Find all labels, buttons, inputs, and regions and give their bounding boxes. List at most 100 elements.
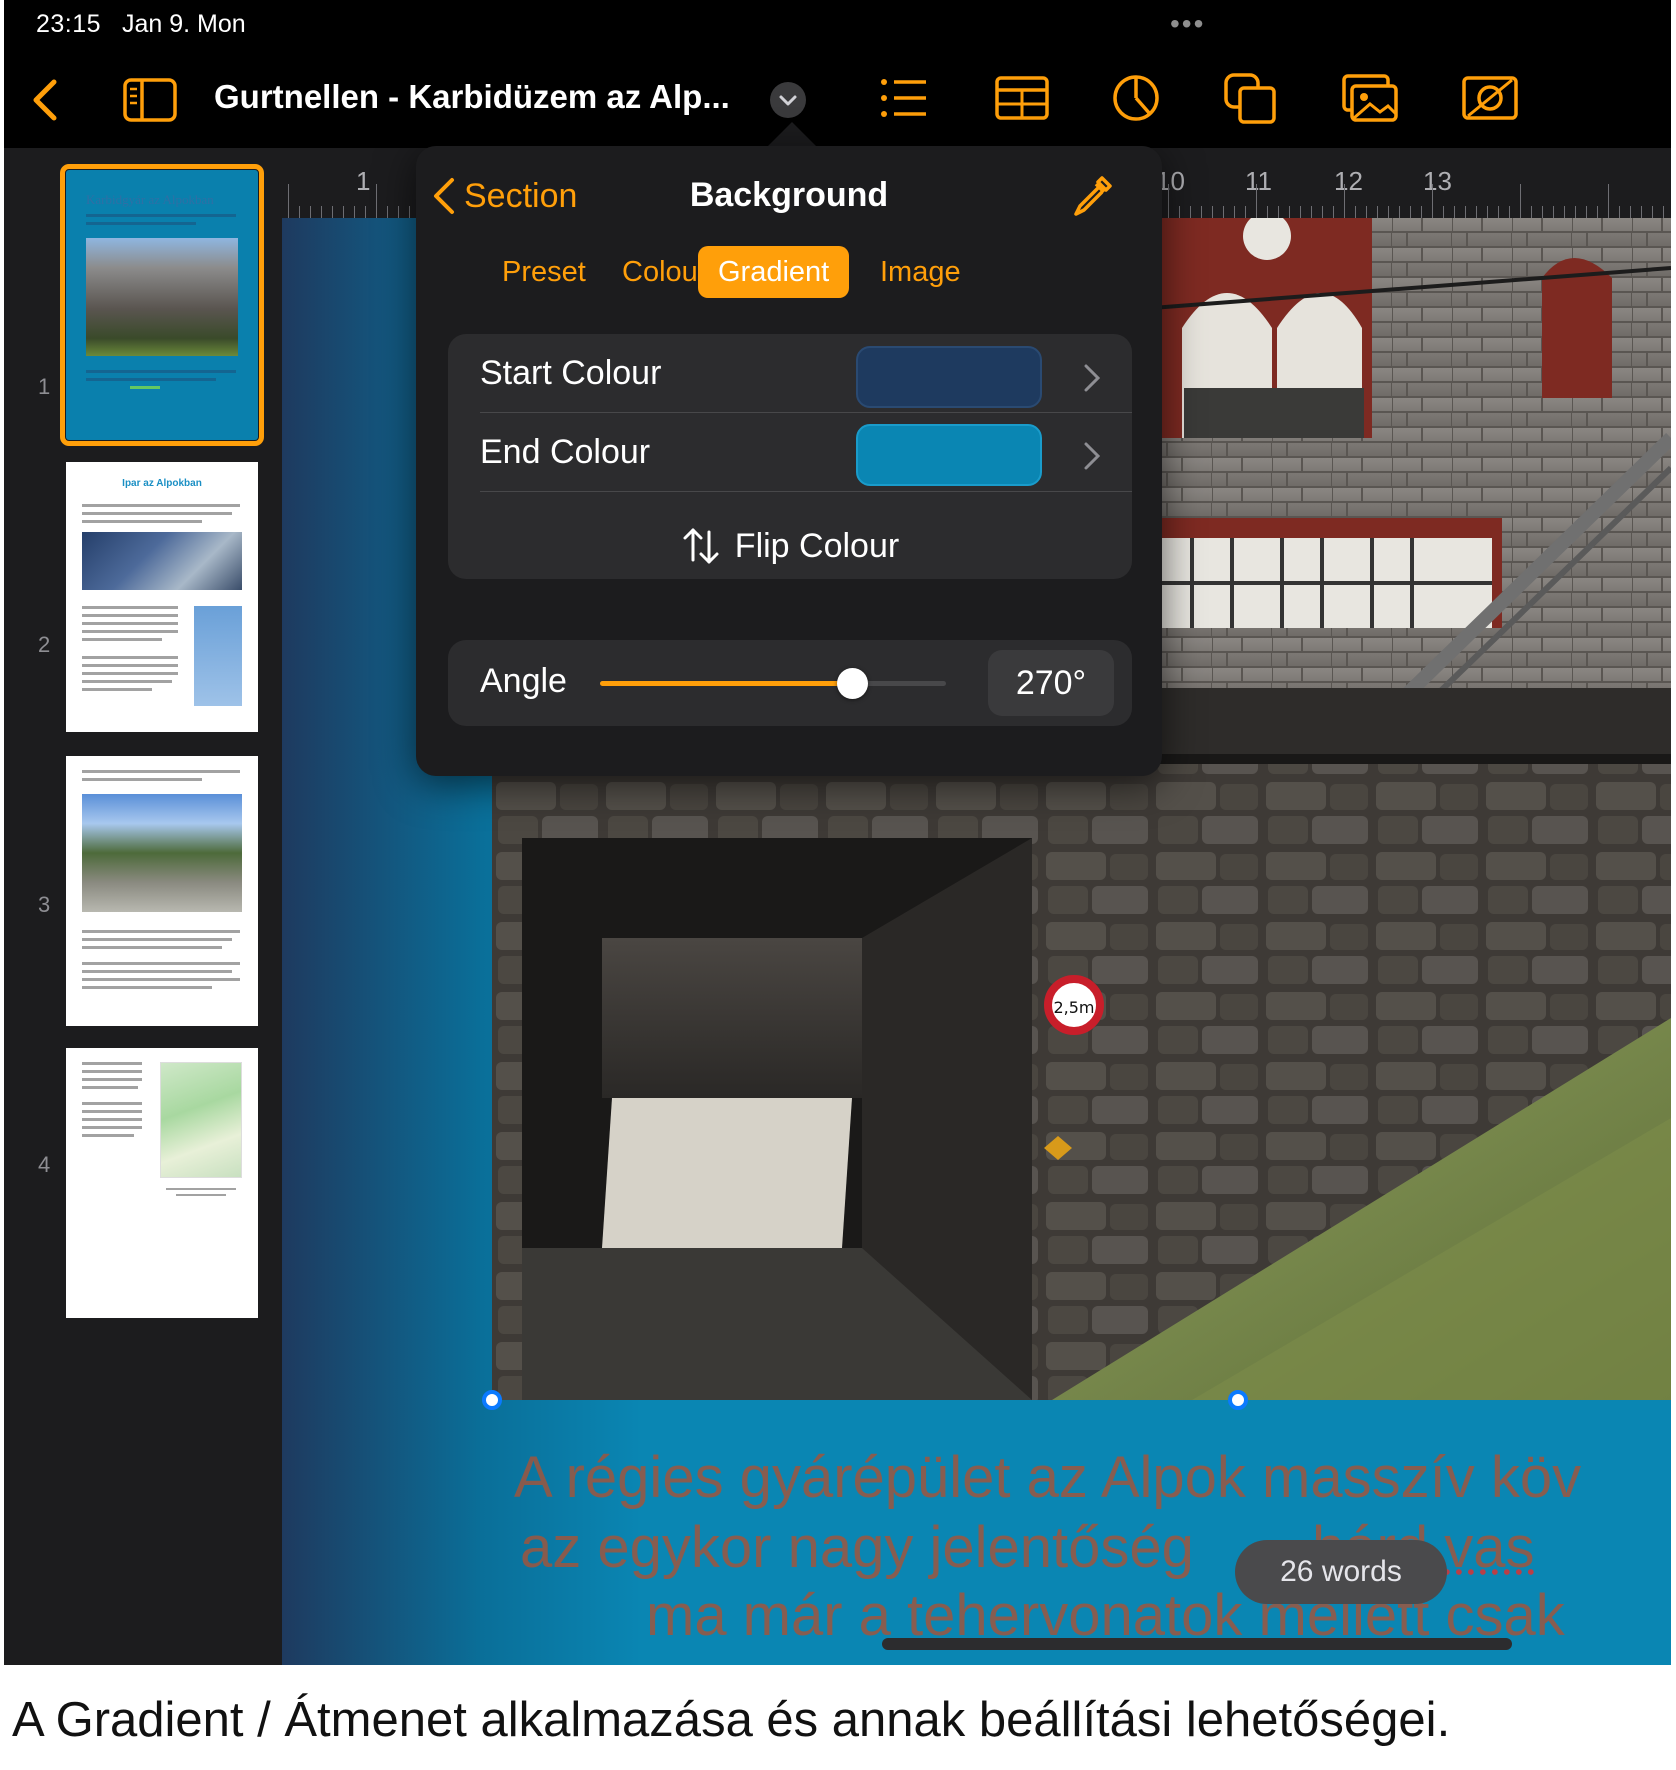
thumbnail-photo: [82, 532, 242, 590]
selection-handle-center[interactable]: [1228, 1390, 1248, 1410]
sidebar-toggle-icon[interactable]: [122, 76, 178, 124]
ruler-tick: [1355, 206, 1356, 218]
ruler-tick: [1377, 206, 1378, 218]
svg-text:2,5m: 2,5m: [1053, 998, 1094, 1017]
selection-handle-left[interactable]: [482, 1390, 502, 1410]
ruler-tick: [409, 206, 410, 218]
page-thumbnail-4[interactable]: [66, 1048, 258, 1318]
ruler-tick: [1179, 206, 1180, 218]
ruler-tick: [398, 206, 399, 218]
status-time: 23:15: [36, 10, 102, 38]
end-colour-label: End Colour: [480, 433, 651, 471]
ruler-tick: [1553, 206, 1554, 218]
format-list-icon[interactable]: [874, 70, 934, 126]
chevron-right-icon[interactable]: [1080, 438, 1104, 474]
insert-chart-icon[interactable]: [1106, 70, 1166, 126]
ruler-label: 13: [1423, 166, 1452, 196]
back-chevron-icon[interactable]: [24, 72, 64, 128]
ruler-tick: [1597, 206, 1598, 218]
thumbnail-photo: [194, 606, 242, 706]
start-colour-swatch[interactable]: [856, 346, 1042, 408]
ruler-tick: [1531, 206, 1532, 218]
row-divider: [480, 412, 1132, 413]
ruler-tick: [332, 206, 333, 218]
page-thumbnail-1[interactable]: Karbidgyár az Alpokban: [60, 164, 264, 446]
ruler-tick: [1619, 206, 1620, 218]
ruler-tick: [1586, 206, 1587, 218]
ruler-label: 1: [356, 166, 371, 196]
angle-label: Angle: [480, 662, 567, 700]
angle-value-field[interactable]: 270°: [988, 650, 1114, 716]
ruler-tick: [1344, 184, 1345, 218]
ruler-tick: [1410, 206, 1411, 218]
ruler-tick: [376, 184, 377, 218]
home-indicator[interactable]: [882, 1638, 1512, 1650]
eyedropper-icon[interactable]: [1068, 172, 1116, 220]
word-count-badge[interactable]: 26 words: [1235, 1540, 1447, 1604]
status-date: Jan 9. Mon: [122, 10, 246, 38]
insert-shape-icon[interactable]: [1220, 70, 1280, 126]
ruler-tick: [1311, 206, 1312, 218]
ruler-tick: [1223, 206, 1224, 218]
ruler-tick: [1454, 206, 1455, 218]
ruler-tick: [299, 206, 300, 218]
figure-caption: A Gradient / Átmenet alkalmazása és anna…: [12, 1693, 1451, 1747]
tab-gradient[interactable]: Gradient: [698, 246, 850, 298]
background-popover: Section Background Preset Colour Gradien…: [416, 146, 1162, 776]
angle-group: Angle 270°: [448, 640, 1132, 726]
page-number: 1: [38, 374, 51, 399]
ruler-tick: [1630, 206, 1631, 218]
thumbnail-map: [160, 1062, 242, 1178]
ruler-label: 12: [1334, 166, 1363, 196]
end-colour-swatch[interactable]: [856, 424, 1042, 486]
chevron-down-icon: [779, 95, 797, 106]
caption-line-2[interactable]: az egykor nagy jelentőség: [520, 1514, 1194, 1581]
ruler-tick: [288, 184, 289, 218]
row-divider: [480, 491, 1132, 492]
ruler-tick: [1564, 206, 1565, 218]
ruler-tick: [1476, 206, 1477, 218]
ruler-tick: [1498, 206, 1499, 218]
thumbnail-heading: Karbidgyár az Alpokban: [86, 192, 214, 207]
angle-slider-thumb[interactable]: [837, 668, 869, 699]
ruler-tick: [1641, 206, 1642, 218]
ruler-tick: [1465, 206, 1466, 218]
title-menu-button[interactable]: [770, 82, 806, 118]
multitasking-dots-icon[interactable]: •••: [1170, 8, 1205, 40]
gradient-colours-group: Start Colour End Colour Flip Colour: [448, 334, 1132, 579]
ruler-tick: [343, 206, 344, 218]
ruler-tick: [1168, 184, 1169, 218]
popover-arrow: [766, 122, 818, 148]
insert-table-icon[interactable]: [992, 70, 1052, 126]
tab-image[interactable]: Image: [860, 246, 981, 298]
ruler-tick: [1432, 184, 1433, 218]
ruler-tick: [365, 206, 366, 218]
ruler-tick: [1234, 206, 1235, 218]
angle-slider[interactable]: [600, 668, 946, 699]
ruler-tick: [1509, 206, 1510, 218]
flip-colour-button[interactable]: Flip Colour: [448, 516, 1132, 576]
ruler-tick: [1575, 206, 1576, 218]
ruler-tick: [1322, 206, 1323, 218]
ruler-tick: [1212, 206, 1213, 218]
thumbnail-photo: [86, 238, 238, 356]
ruler-tick: [1421, 206, 1422, 218]
angle-slider-fill: [600, 681, 853, 686]
page-number: 3: [38, 892, 51, 917]
ruler-tick: [1300, 206, 1301, 218]
caption-line-1[interactable]: A régies gyárépület az Alpok masszív köv: [514, 1444, 1581, 1511]
flip-colour-label: Flip Colour: [734, 526, 900, 565]
ruler-tick: [1663, 206, 1664, 218]
chevron-right-icon[interactable]: [1080, 360, 1104, 396]
thumbnail-photo: [82, 794, 242, 912]
ruler-tick: [1289, 206, 1290, 218]
document-title[interactable]: Gurtnellen - Karbidüzem az Alp...: [214, 78, 730, 116]
format-brush-icon[interactable]: [1460, 70, 1520, 126]
thumbnail-heading: Ipar az Alpokban: [122, 478, 202, 489]
ruler-tick: [354, 206, 355, 218]
ruler-tick: [1388, 206, 1389, 218]
insert-media-icon[interactable]: [1340, 70, 1400, 126]
page-thumbnail-3[interactable]: [66, 756, 258, 1026]
tab-preset[interactable]: Preset: [482, 246, 606, 298]
page-thumbnail-2[interactable]: Ipar az Alpokban: [66, 462, 258, 732]
